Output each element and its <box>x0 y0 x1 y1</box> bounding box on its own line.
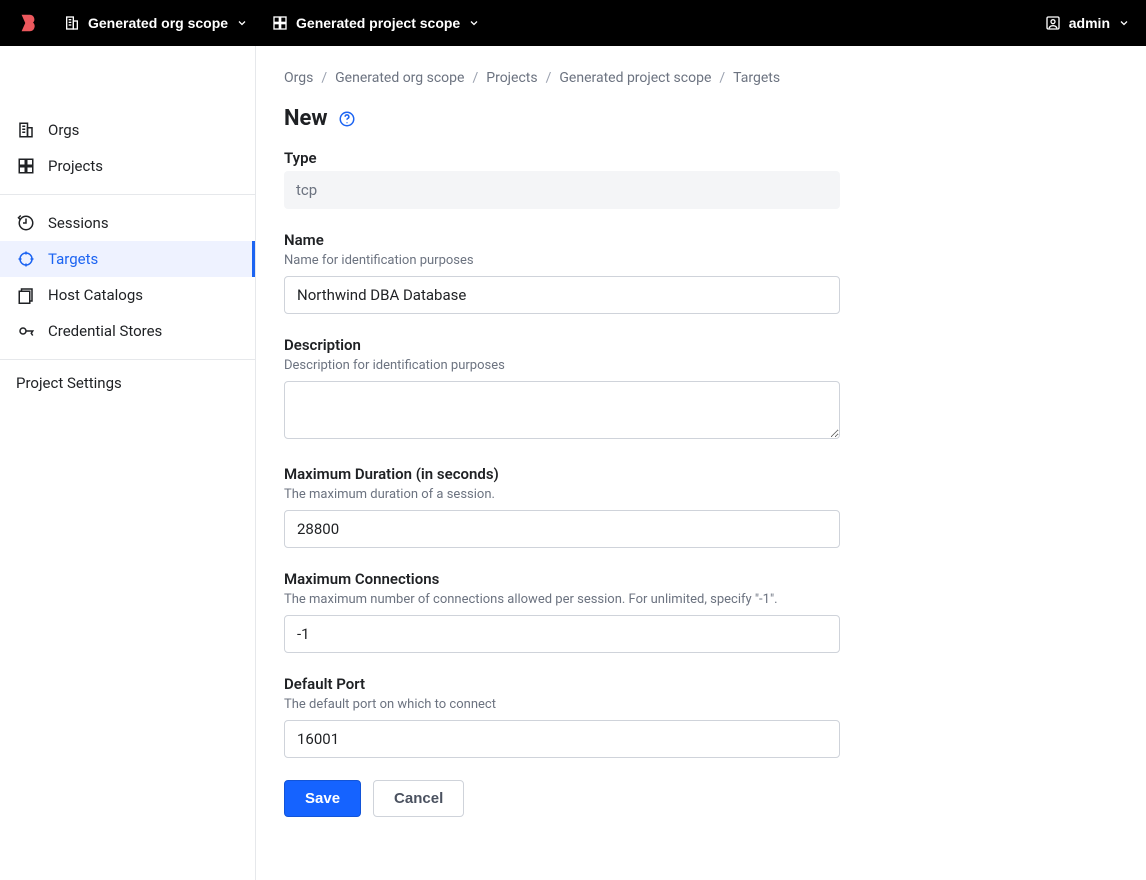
breadcrumb-sep: / <box>321 70 327 86</box>
name-hint: Name for identification purposes <box>284 253 840 268</box>
max-connections-label: Maximum Connections <box>284 570 840 588</box>
name-label: Name <box>284 231 840 249</box>
targets-icon <box>16 249 36 269</box>
sidebar-item-label: Targets <box>48 250 98 268</box>
save-button[interactable]: Save <box>284 780 361 817</box>
sidebar-item-label: Credential Stores <box>48 322 162 340</box>
breadcrumb-sep: / <box>472 70 478 86</box>
default-port-hint: The default port on which to connect <box>284 697 840 712</box>
sidebar-item-sessions[interactable]: Sessions <box>0 205 255 241</box>
breadcrumb-link[interactable]: Generated project scope <box>559 70 711 86</box>
sessions-icon <box>16 213 36 233</box>
breadcrumb-sep: / <box>546 70 552 86</box>
max-connections-hint: The maximum number of connections allowe… <box>284 592 840 607</box>
logo-icon <box>16 11 40 35</box>
breadcrumb-link[interactable]: Generated org scope <box>335 70 464 86</box>
sidebar-item-label: Host Catalogs <box>48 286 143 304</box>
default-port-label: Default Port <box>284 675 840 693</box>
sidebar-item-host-catalogs[interactable]: Host Catalogs <box>0 277 255 313</box>
cancel-button[interactable]: Cancel <box>373 780 464 817</box>
sidebar-item-projects[interactable]: Projects <box>0 148 255 184</box>
main-content: Orgs / Generated org scope / Projects / … <box>256 46 1146 880</box>
max-connections-input[interactable] <box>284 615 840 653</box>
breadcrumb-sep: / <box>719 70 725 86</box>
sidebar-item-credential-stores[interactable]: Credential Stores <box>0 313 255 349</box>
org-scope-dropdown[interactable]: Generated org scope <box>64 15 248 31</box>
sidebar: Orgs Projects Sessions Targets <box>0 46 256 880</box>
user-dropdown[interactable]: admin <box>1045 15 1130 31</box>
sidebar-item-label: Sessions <box>48 214 109 232</box>
description-label: Description <box>284 336 840 354</box>
help-icon[interactable] <box>338 110 356 128</box>
type-label: Type <box>284 149 840 167</box>
org-icon <box>16 120 36 140</box>
type-value: tcp <box>284 171 840 209</box>
breadcrumb-link[interactable]: Projects <box>486 70 537 86</box>
page-title: New <box>284 106 328 131</box>
sidebar-item-label: Projects <box>48 157 103 175</box>
sidebar-item-targets[interactable]: Targets <box>0 241 255 277</box>
breadcrumb: Orgs / Generated org scope / Projects / … <box>284 70 1118 86</box>
breadcrumb-link[interactable]: Orgs <box>284 70 313 86</box>
org-scope-label: Generated org scope <box>88 15 228 31</box>
max-duration-hint: The maximum duration of a session. <box>284 487 840 502</box>
default-port-input[interactable] <box>284 720 840 758</box>
top-bar: Generated org scope Generated project sc… <box>0 0 1146 46</box>
sidebar-item-label: Orgs <box>48 121 79 139</box>
sidebar-item-orgs[interactable]: Orgs <box>0 112 255 148</box>
org-icon <box>64 15 80 31</box>
breadcrumb-link[interactable]: Targets <box>733 70 780 86</box>
description-input[interactable] <box>284 381 840 439</box>
chevron-down-icon <box>468 17 480 29</box>
name-input[interactable] <box>284 276 840 314</box>
projects-icon <box>272 15 288 31</box>
user-icon <box>1045 15 1061 31</box>
project-scope-label: Generated project scope <box>296 15 460 31</box>
max-duration-input[interactable] <box>284 510 840 548</box>
max-duration-label: Maximum Duration (in seconds) <box>284 465 840 483</box>
description-hint: Description for identification purposes <box>284 358 840 373</box>
host-catalogs-icon <box>16 285 36 305</box>
credential-stores-icon <box>16 321 36 341</box>
user-label: admin <box>1069 15 1110 31</box>
sidebar-settings-label: Project Settings <box>16 374 122 392</box>
project-scope-dropdown[interactable]: Generated project scope <box>272 15 480 31</box>
chevron-down-icon <box>1118 17 1130 29</box>
projects-icon <box>16 156 36 176</box>
chevron-down-icon <box>236 17 248 29</box>
sidebar-project-settings[interactable]: Project Settings <box>0 364 255 402</box>
